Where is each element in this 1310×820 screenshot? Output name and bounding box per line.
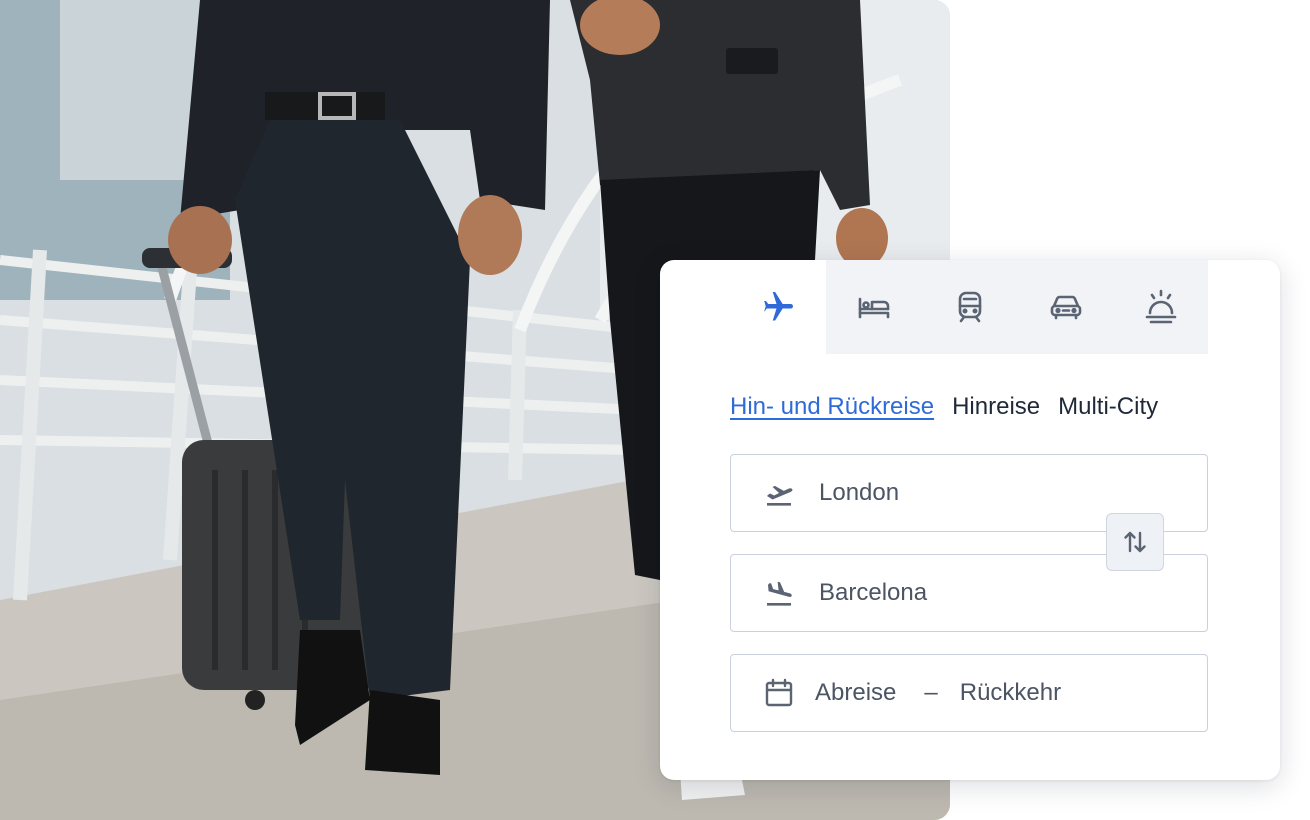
trip-type-one-way[interactable]: Hinreise: [952, 390, 1040, 424]
swap-button[interactable]: [1106, 513, 1164, 571]
tab-trains[interactable]: [922, 260, 1018, 354]
tab-hotels[interactable]: [826, 260, 922, 354]
travel-type-tabs: [730, 260, 1208, 354]
trip-type-multi-city[interactable]: Multi-City: [1058, 390, 1158, 424]
trip-type-selector: Hin- und Rückreise Hinreise Multi-City: [730, 390, 1158, 424]
departure-date-placeholder: Abreise: [815, 679, 897, 706]
date-separator: –: [924, 679, 938, 706]
return-date-placeholder: Rückkehr: [959, 679, 1062, 706]
tab-flights[interactable]: [730, 260, 826, 354]
destination-value: Barcelona: [819, 579, 928, 606]
landing-icon: [767, 581, 792, 606]
takeoff-icon: [767, 485, 793, 506]
plane-icon: [764, 292, 793, 321]
calendar-icon: [765, 678, 793, 707]
car-icon: [1050, 295, 1082, 320]
swap-icon: [1124, 531, 1146, 553]
train-icon: [958, 291, 982, 323]
booking-card: Hin- und Rückreise Hinreise Multi-City L…: [660, 260, 1280, 780]
date-range-field[interactable]: Abreise – Rückkehr: [730, 654, 1208, 732]
tab-cars[interactable]: [1018, 260, 1114, 354]
tab-services[interactable]: [1114, 260, 1208, 354]
origin-value: London: [819, 479, 900, 506]
trip-type-round-trip[interactable]: Hin- und Rückreise: [730, 390, 934, 424]
bed-icon: [858, 297, 890, 319]
concierge-bell-icon: [1145, 289, 1177, 324]
